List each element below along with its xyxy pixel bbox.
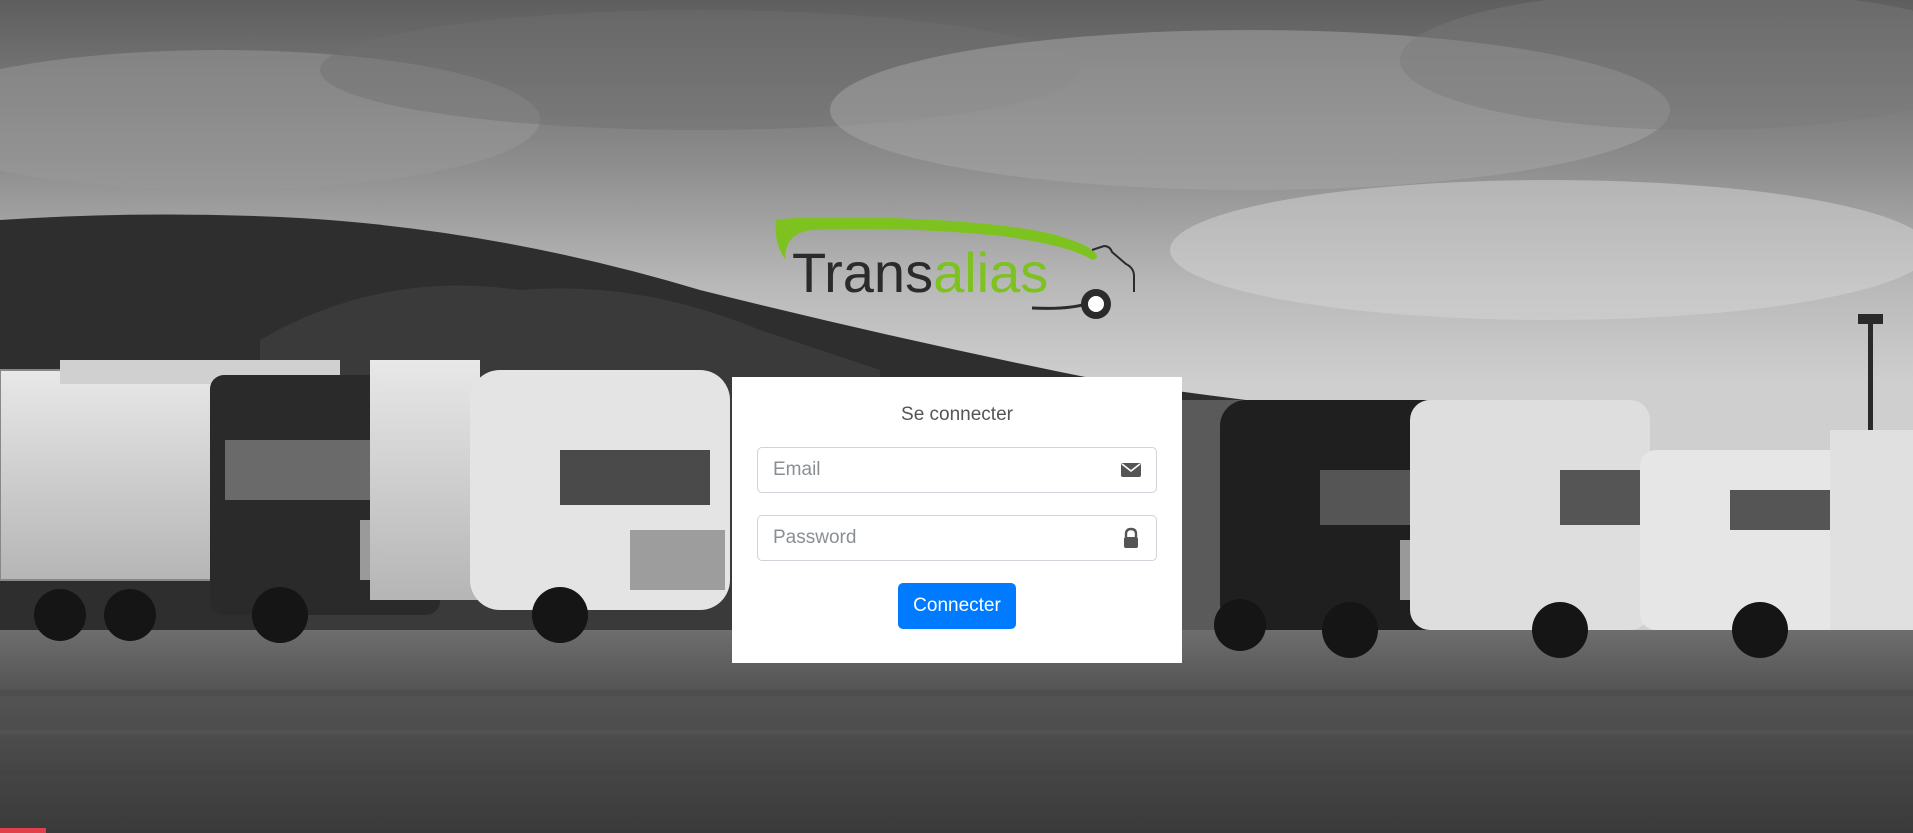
envelope-icon [1120,459,1142,481]
logo-text-trans: Trans [792,241,933,304]
corner-indicator [0,828,46,833]
email-field [757,447,1157,493]
transalias-logo: Transalias [772,216,1144,332]
login-card: Se connecter Connecter [732,377,1182,663]
svg-text:Transalias: Transalias [792,241,1048,304]
logo-text-alias: alias [933,241,1048,304]
password-field [757,515,1157,561]
connect-button[interactable]: Connecter [898,583,1016,629]
logo-truck-outline [1091,244,1135,292]
login-title: Se connecter [901,404,1013,425]
lock-icon [1120,527,1142,549]
submit-wrap: Connecter [757,583,1157,629]
email-input[interactable] [758,448,1156,492]
password-input[interactable] [758,516,1156,560]
